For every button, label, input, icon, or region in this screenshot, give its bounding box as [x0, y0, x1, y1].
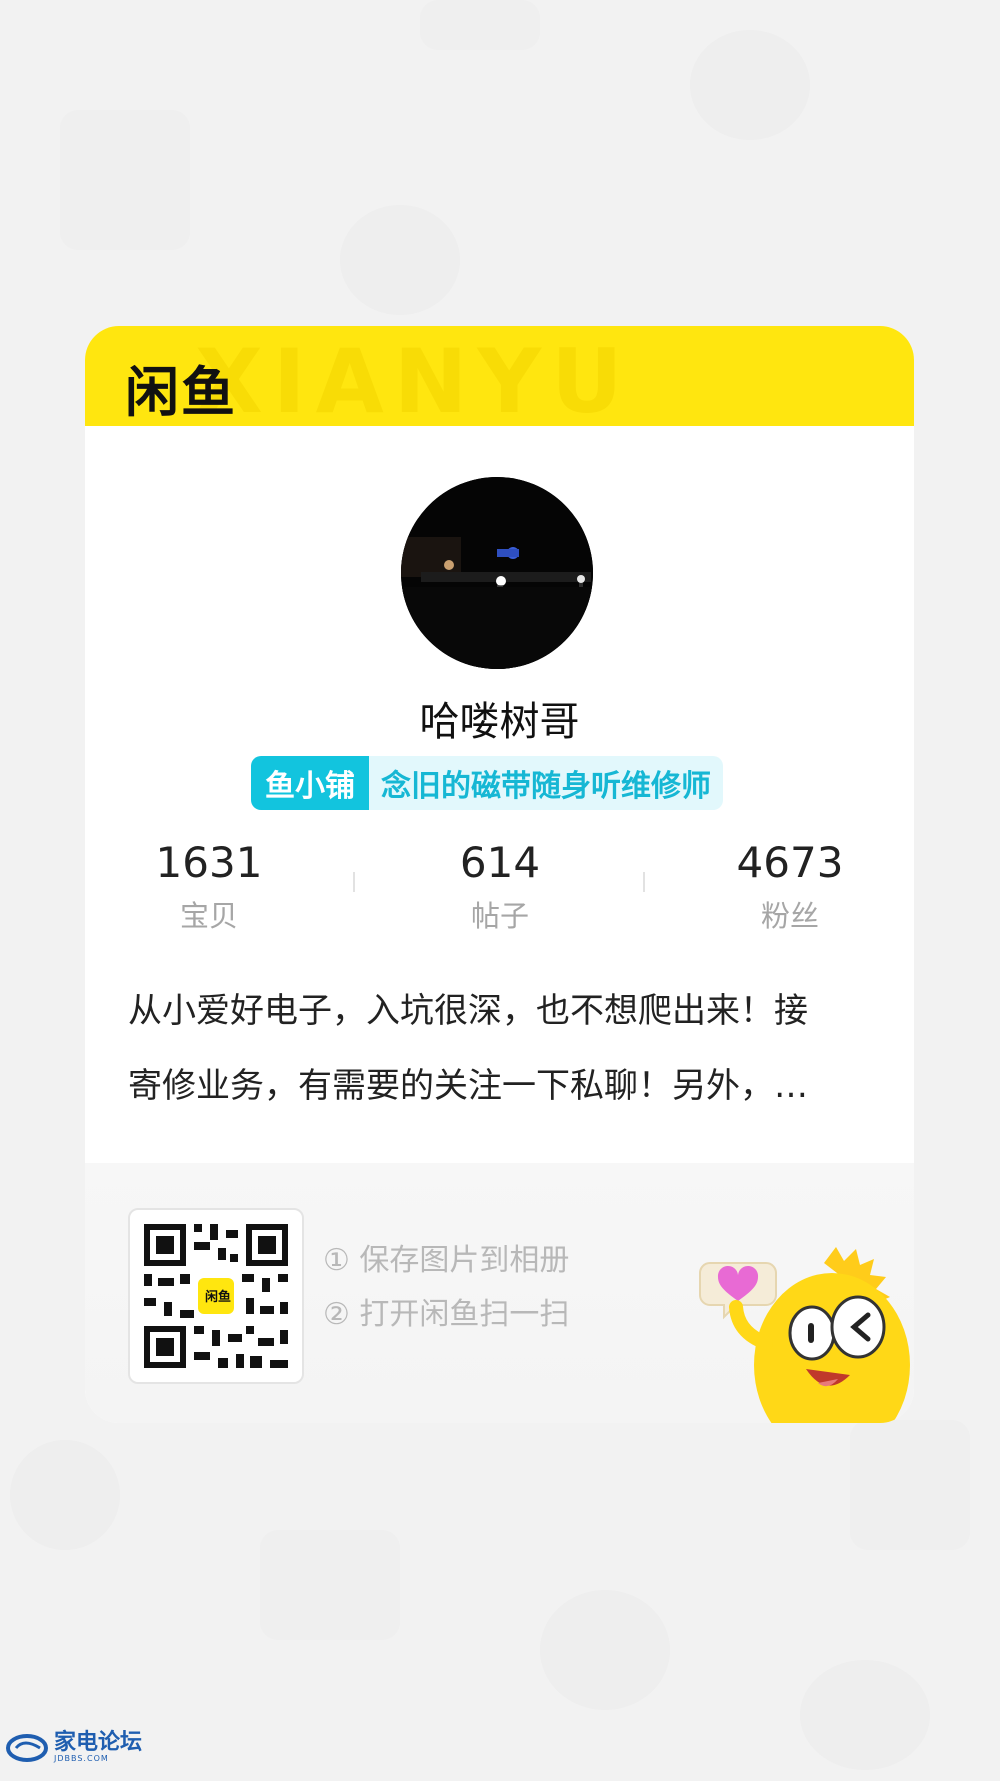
- bio-line-1: 从小爱好电子，入坑很深，也不想爬出来！接: [128, 991, 808, 1031]
- username: 哈喽树哥: [419, 699, 580, 745]
- mascot-illustration: [699, 1247, 910, 1423]
- site-watermark-name: 家电论坛: [54, 1730, 143, 1755]
- stat-followers[interactable]: 4673 粉丝: [690, 838, 890, 935]
- card-header: XIANYU 闲鱼: [85, 326, 914, 426]
- background-mascot-decoration: [800, 1660, 930, 1770]
- stat-posts-label: 帖子: [470, 899, 529, 933]
- shop-tag: 鱼小铺: [251, 756, 369, 810]
- background-box-decoration: [850, 1420, 970, 1550]
- qr-code[interactable]: 闲鱼: [128, 1208, 304, 1384]
- shop-badge[interactable]: 鱼小铺 念旧的磁带随身听维修师: [251, 756, 723, 810]
- background-mascot-decoration: [690, 30, 810, 140]
- site-watermark-domain: JDBBS.COM: [54, 1754, 109, 1763]
- site-watermark: 家电论坛 JDBBS.COM: [6, 1732, 142, 1763]
- background-mascot-decoration: [540, 1590, 670, 1710]
- profile-share-card: XIANYU 闲鱼 哈喽树哥 鱼小铺 念旧的磁带随身听维修师 1631 宝贝 6…: [85, 326, 914, 1423]
- card-footer: 闲鱼 ① 保存图片到相册 ② 打开闲鱼扫一扫: [85, 1163, 914, 1423]
- stat-items-count: 1631: [155, 838, 263, 887]
- site-watermark-text: 家电论坛 JDBBS.COM: [54, 1730, 143, 1764]
- jdbbs-logo-icon: [6, 1733, 48, 1762]
- stat-items[interactable]: 1631 宝贝: [109, 838, 309, 935]
- background-mascot-decoration: [340, 205, 460, 315]
- qr-center-logo: 闲鱼: [204, 1290, 231, 1305]
- stat-followers-count: 4673: [736, 838, 844, 887]
- background-box-decoration: [420, 0, 540, 50]
- bio-line-2: 寄修业务，有需要的关注一下私聊！另外，…: [128, 1066, 808, 1106]
- instruction-save: ① 保存图片到相册: [323, 1243, 570, 1278]
- stat-items-label: 宝贝: [179, 899, 238, 933]
- background-box-decoration: [60, 110, 190, 250]
- instruction-scan: ② 打开闲鱼扫一扫: [323, 1297, 570, 1332]
- avatar-night-photo: [401, 477, 593, 669]
- stat-divider: [643, 872, 645, 892]
- stat-divider: [353, 872, 355, 892]
- background-box-decoration: [260, 1530, 400, 1640]
- header-watermark: XIANYU: [195, 330, 633, 426]
- stat-posts[interactable]: 614 帖子: [400, 838, 600, 935]
- avatar[interactable]: [401, 477, 593, 669]
- background-mascot-decoration: [10, 1440, 120, 1550]
- stat-followers-label: 粉丝: [760, 899, 819, 933]
- shop-title: 念旧的磁带随身听维修师: [369, 756, 723, 810]
- xianyu-logo: 闲鱼: [125, 361, 237, 424]
- stat-posts-count: 614: [459, 838, 541, 887]
